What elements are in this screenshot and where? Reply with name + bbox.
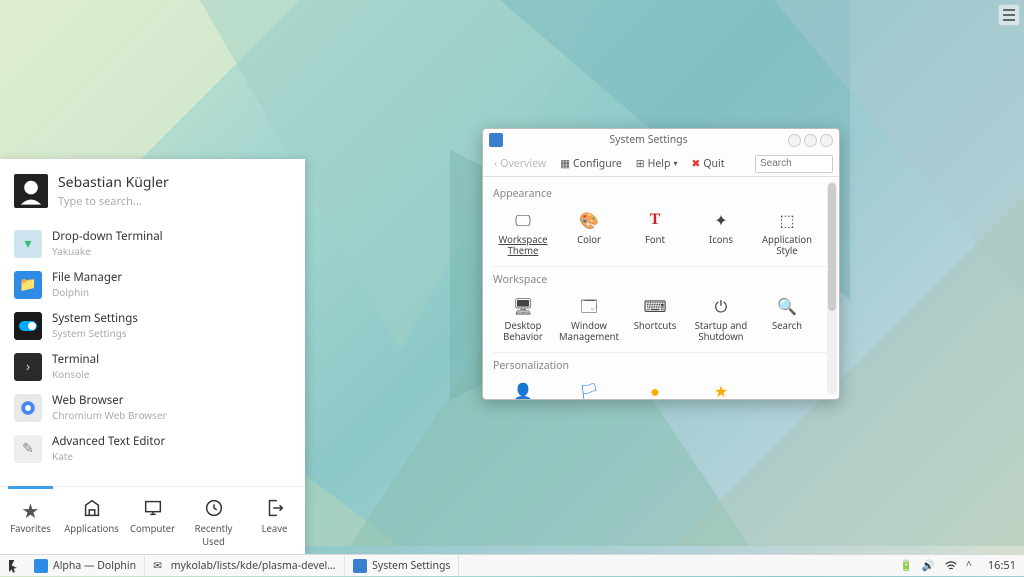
- tab-leave[interactable]: Leave: [244, 487, 305, 556]
- user-name: Sebastian Kügler: [58, 173, 169, 192]
- window-close-button[interactable]: [820, 134, 833, 147]
- clock-icon: [203, 497, 225, 519]
- favorite-kate[interactable]: ✎ Advanced Text EditorKate: [0, 428, 305, 469]
- notification-icon: ●: [643, 380, 667, 399]
- kickoff-launcher: Sebastian Kügler Type to search... ▾ Dro…: [0, 159, 305, 556]
- scrollbar[interactable]: [827, 181, 837, 395]
- item-applications[interactable]: ★Applications: [691, 377, 751, 399]
- task-systemsettings[interactable]: System Settings: [345, 555, 459, 576]
- section-personalization-label: Personalization: [493, 359, 829, 373]
- item-search[interactable]: 🔍Search: [757, 291, 817, 346]
- tab-applications[interactable]: Applications: [61, 487, 122, 556]
- item-shortcuts[interactable]: ⌨Shortcuts: [625, 291, 685, 346]
- item-startup-shutdown[interactable]: ⏻Startup and Shutdown: [691, 291, 751, 346]
- kickoff-tabs: ★ Favorites Applications Computer Recent…: [0, 486, 305, 556]
- quit-button[interactable]: ✖Quit: [687, 155, 730, 173]
- settings-icon: [353, 559, 367, 573]
- icons-icon: ✦: [709, 208, 733, 232]
- window-title: System Settings: [509, 133, 788, 147]
- favorite-dolphin[interactable]: 📁 File ManagerDolphin: [0, 264, 305, 305]
- browser-icon: [14, 394, 42, 422]
- kde-logo-icon: [5, 558, 21, 574]
- tab-computer[interactable]: Computer: [122, 487, 183, 556]
- regional-icon: 🏳: [577, 380, 601, 399]
- text-editor-icon: ✎: [14, 435, 42, 463]
- battery-icon[interactable]: 🔋: [900, 559, 914, 573]
- help-button[interactable]: ⊞Help▾: [631, 155, 683, 173]
- tray-expand-icon[interactable]: ^: [966, 559, 980, 573]
- section-workspace-label: Workspace: [493, 273, 829, 287]
- search-icon: 🔍: [775, 294, 799, 318]
- system-tray: 🔋 🔊 ^ 16:51: [892, 558, 1024, 573]
- window-mgmt-icon: 🗔: [577, 294, 601, 318]
- applications-star-icon: ★: [709, 380, 733, 399]
- window-toolbar: ‹Overview ▦Configure ⊞Help▾ ✖Quit: [483, 151, 839, 177]
- desktop-toolbox-button[interactable]: [998, 4, 1020, 26]
- shortcuts-icon: ⌨: [643, 294, 667, 318]
- volume-icon[interactable]: 🔊: [922, 559, 936, 573]
- theme-icon: 🖵: [511, 208, 535, 232]
- section-appearance-label: Appearance: [493, 187, 829, 201]
- window-minimize-button[interactable]: [788, 134, 801, 147]
- configure-button[interactable]: ▦Configure: [555, 155, 627, 173]
- tab-favorites[interactable]: ★ Favorites: [0, 487, 61, 556]
- window-maximize-button[interactable]: [804, 134, 817, 147]
- account-icon: 👤: [511, 380, 535, 399]
- chevron-down-icon: ▾: [673, 158, 677, 169]
- startup-icon: ⏻: [709, 294, 733, 318]
- item-desktop-behavior[interactable]: 🖥Desktop Behavior: [493, 291, 553, 346]
- quit-icon: ✖: [692, 157, 701, 171]
- favorite-yakuake[interactable]: ▾ Drop-down TerminalYakuake: [0, 223, 305, 264]
- taskbar: Alpha — Dolphin ✉ mykolab/lists/kde/plas…: [0, 554, 1024, 576]
- favorite-systemsettings[interactable]: System SettingsSystem Settings: [0, 305, 305, 346]
- chevron-left-icon: ‹: [494, 157, 497, 171]
- favorite-konsole[interactable]: › TerminalKonsole: [0, 346, 305, 387]
- task-dolphin[interactable]: Alpha — Dolphin: [26, 555, 145, 576]
- item-workspace-theme[interactable]: 🖵Workspace Theme: [493, 205, 553, 260]
- help-icon: ⊞: [636, 157, 645, 171]
- item-notification[interactable]: ●Notification: [625, 377, 685, 399]
- search-field[interactable]: [755, 155, 833, 173]
- window-app-icon: [489, 133, 503, 147]
- app-style-icon: ⬚: [775, 208, 799, 232]
- kickoff-button[interactable]: [0, 555, 26, 577]
- computer-icon: [142, 497, 164, 519]
- favorite-chromium[interactable]: Web BrowserChromium Web Browser: [0, 387, 305, 428]
- system-settings-window: System Settings ‹Overview ▦Configure ⊞He…: [482, 128, 840, 400]
- window-titlebar[interactable]: System Settings: [483, 129, 839, 151]
- item-color[interactable]: 🎨Color: [559, 205, 619, 260]
- font-icon: T: [643, 208, 667, 232]
- terminal-icon: ›: [14, 353, 42, 381]
- search-input[interactable]: Type to search...: [58, 194, 169, 209]
- item-regional-settings[interactable]: 🏳Regional Settings: [559, 377, 619, 399]
- tab-recently-used[interactable]: Recently Used: [183, 487, 244, 556]
- folder-icon: 📁: [14, 271, 42, 299]
- task-kmail[interactable]: ✉ mykolab/lists/kde/plasma-devel – KM: [145, 555, 345, 576]
- leave-icon: [264, 497, 286, 519]
- configure-icon: ▦: [560, 157, 570, 171]
- item-account-details[interactable]: 👤Account Details: [493, 377, 553, 399]
- item-app-style[interactable]: ⬚Application Style: [757, 205, 817, 260]
- terminal-dropdown-icon: ▾: [14, 230, 42, 258]
- item-icons[interactable]: ✦Icons: [691, 205, 751, 260]
- desktop-icon: 🖥: [511, 294, 535, 318]
- item-window-management[interactable]: 🗔Window Management: [559, 291, 619, 346]
- user-avatar[interactable]: [14, 174, 48, 208]
- applications-icon: [81, 497, 103, 519]
- folder-icon: [34, 559, 48, 573]
- favorites-list: ▾ Drop-down TerminalYakuake 📁 File Manag…: [0, 215, 305, 486]
- star-icon: ★: [20, 497, 42, 519]
- color-icon: 🎨: [577, 208, 601, 232]
- overview-back-button[interactable]: ‹Overview: [489, 155, 551, 173]
- item-font[interactable]: TFont: [625, 205, 685, 260]
- clock[interactable]: 16:51: [988, 558, 1016, 573]
- mail-icon: ✉: [153, 559, 166, 573]
- toggle-icon: [14, 312, 42, 340]
- network-wifi-icon[interactable]: [944, 559, 958, 573]
